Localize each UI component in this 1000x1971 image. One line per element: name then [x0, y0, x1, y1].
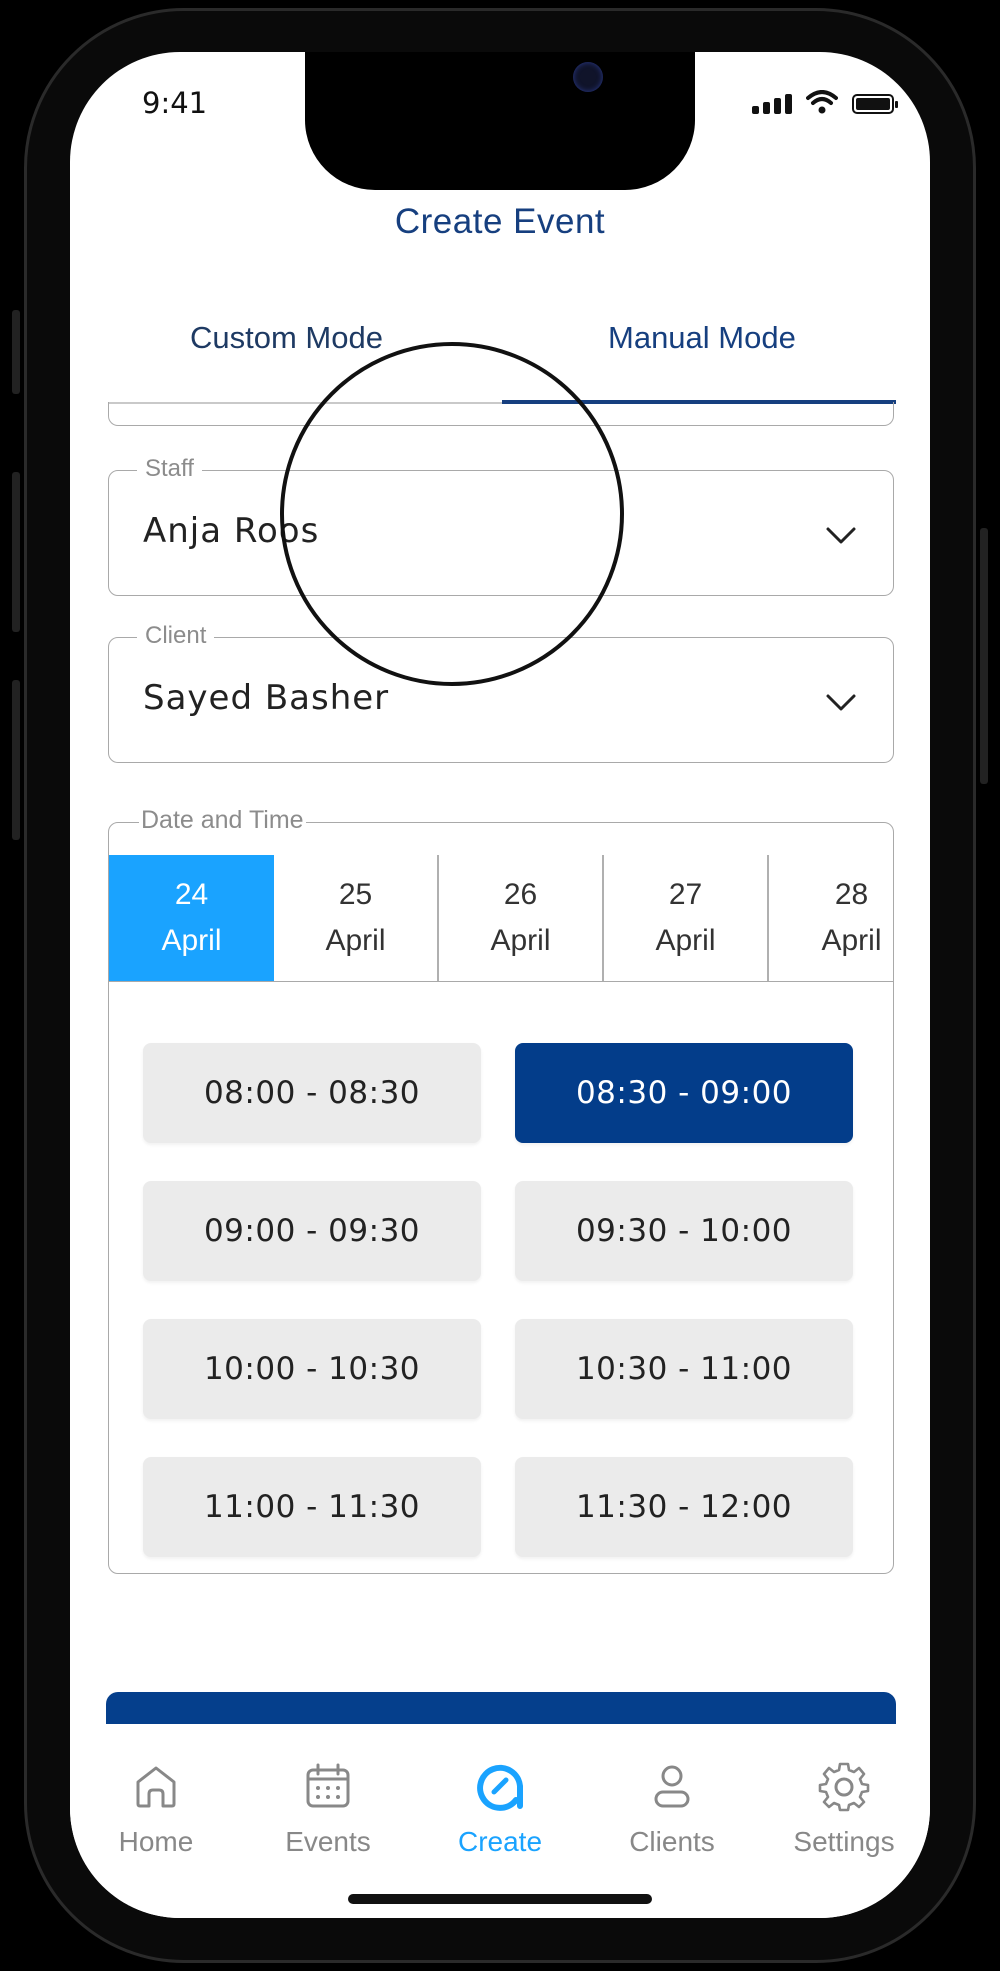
staff-select[interactable]: Staff Anja Roos: [108, 455, 894, 596]
client-value: Sayed Basher: [143, 678, 390, 718]
tab-custom-mode[interactable]: Custom Mode: [190, 320, 383, 356]
page-title: Create Event: [394, 202, 606, 241]
time-slot[interactable]: 08:30 - 09:00: [515, 1043, 853, 1143]
bottom-nav: Home Events Create Clients Settings: [70, 1724, 930, 1918]
nav-item-create[interactable]: Create: [414, 1724, 586, 1918]
time-slot[interactable]: 10:30 - 11:00: [515, 1319, 853, 1419]
user-icon: [654, 1765, 690, 1808]
date-month: April: [161, 924, 222, 957]
time-slot[interactable]: 11:00 - 11:30: [143, 1457, 481, 1557]
date-item[interactable]: 24 April: [109, 855, 274, 981]
nav-label: Create: [457, 1826, 543, 1857]
front-camera: [573, 62, 603, 92]
previous-field-edge: [108, 402, 894, 426]
volume-down-button: [12, 680, 20, 840]
nav-item-home[interactable]: Home: [70, 1724, 242, 1918]
time-slot[interactable]: 11:30 - 12:00: [515, 1457, 853, 1557]
mute-switch: [12, 310, 20, 394]
date-strip[interactable]: 24 April 25 April 26 April 27 April 28 A…: [109, 855, 893, 982]
volume-up-button: [12, 472, 20, 632]
home-icon: [136, 1766, 176, 1808]
staff-value: Anja Roos: [143, 511, 320, 551]
signal-icon: [752, 94, 792, 114]
mode-tabs: Custom Mode Manual Mode: [108, 320, 896, 374]
time-slot[interactable]: 09:30 - 10:00: [515, 1181, 853, 1281]
date-month: April: [490, 924, 551, 957]
date-item[interactable]: 28 April: [769, 855, 893, 981]
time-slot[interactable]: 08:00 - 08:30: [143, 1043, 481, 1143]
date-month: April: [655, 924, 716, 957]
status-time: 9:41: [142, 86, 208, 120]
date-month: April: [325, 924, 386, 957]
date-day: 24: [174, 878, 209, 911]
client-select[interactable]: Client Sayed Basher: [108, 622, 894, 763]
time-slot[interactable]: 10:00 - 10:30: [143, 1319, 481, 1419]
battery-icon: [852, 94, 898, 114]
date-day: 27: [668, 878, 703, 911]
nav-label: Clients: [629, 1826, 715, 1857]
gear-icon: [818, 1762, 870, 1812]
status-icons: [752, 90, 898, 114]
tab-manual-mode[interactable]: Manual Mode: [608, 320, 796, 356]
date-item[interactable]: 26 April: [439, 855, 604, 981]
date-day: 25: [338, 878, 373, 911]
date-item[interactable]: 25 April: [274, 855, 439, 981]
wifi-icon: [806, 90, 838, 114]
staff-label: Staff: [137, 455, 202, 483]
client-label: Client: [137, 622, 215, 650]
calendar-icon: [306, 1763, 350, 1808]
nav-item-settings[interactable]: Settings: [758, 1724, 930, 1918]
date-day: 28: [834, 878, 869, 911]
date-time-picker: Date and Time 24 April 25 April 26 April…: [108, 806, 894, 1574]
app-screen: 9:41 Create Event Custom Mode Manual Mod…: [70, 52, 930, 1918]
nav-label: Events: [285, 1826, 371, 1857]
date-day: 26: [503, 878, 538, 911]
power-button: [980, 528, 988, 784]
time-slot[interactable]: 09:00 - 09:30: [143, 1181, 481, 1281]
nav-item-events[interactable]: Events: [242, 1724, 414, 1918]
nav-label: Home: [118, 1826, 194, 1857]
home-indicator: [348, 1894, 652, 1904]
nav-item-clients[interactable]: Clients: [586, 1724, 758, 1918]
notch: [305, 52, 695, 190]
date-month: April: [821, 924, 882, 957]
nav-label: Settings: [793, 1826, 895, 1857]
date-item[interactable]: 27 April: [604, 855, 769, 981]
chevron-down-icon: [826, 527, 856, 544]
date-time-label: Date and Time: [139, 806, 306, 835]
chevron-down-icon: [826, 694, 856, 711]
create-icon: [477, 1764, 523, 1811]
